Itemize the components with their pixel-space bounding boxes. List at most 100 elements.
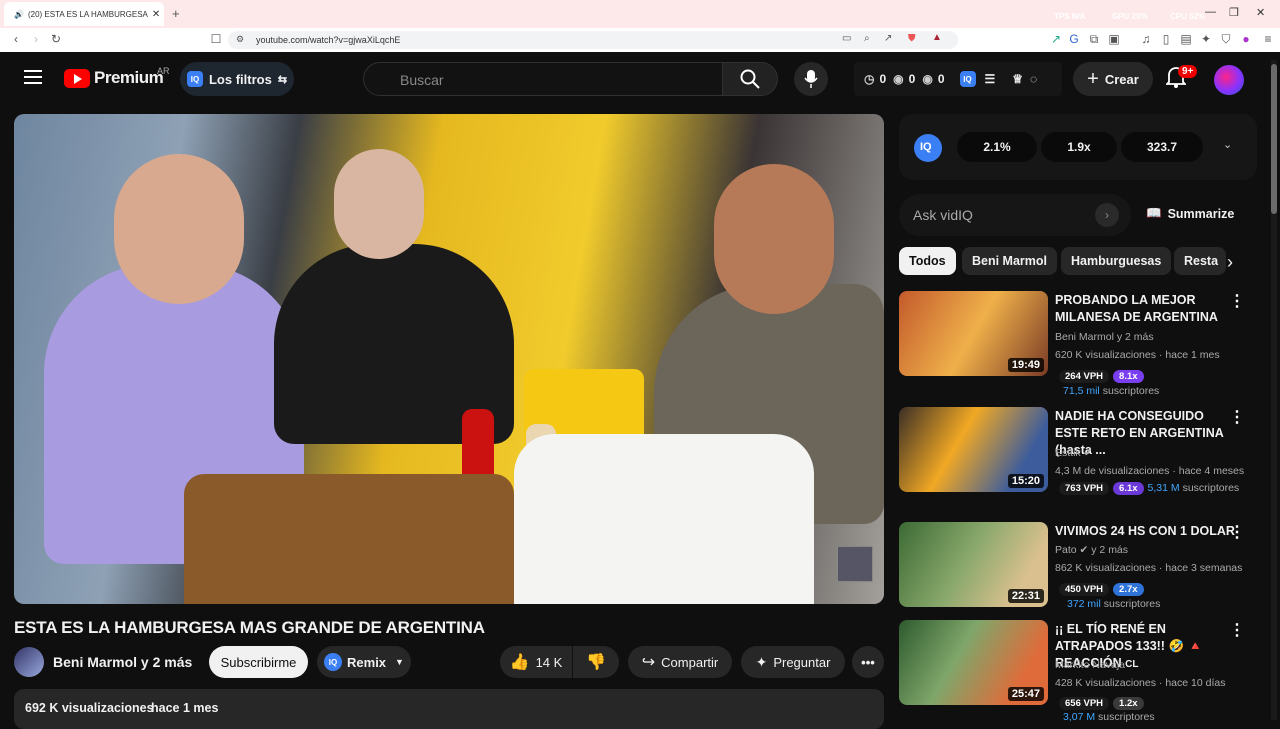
share-button[interactable]: ↪ Compartir xyxy=(628,646,732,678)
perf-tps: TPS N/A xyxy=(1054,12,1086,21)
more-options-icon[interactable]: ⋮ xyxy=(1229,291,1245,311)
music-icon[interactable]: ♫ xyxy=(1138,31,1154,47)
search-button[interactable] xyxy=(722,62,778,96)
menu-icon[interactable]: ≡ xyxy=(1260,31,1276,47)
youtube-logo[interactable]: Premium xyxy=(64,68,164,88)
more-options-icon[interactable]: ⋮ xyxy=(1229,620,1245,640)
burger-tray xyxy=(184,474,514,604)
vidiq-badges: 656 VPH 1.2x xyxy=(1059,693,1148,711)
multiplier-badge: 2.7x xyxy=(1113,583,1144,596)
channel-avatar[interactable] xyxy=(14,647,44,677)
subs-label: suscriptores xyxy=(1182,482,1240,494)
subscribe-button[interactable]: Subscribirme xyxy=(209,646,308,678)
video-thumbnail[interactable]: 25:47 xyxy=(899,620,1048,705)
extension-1-icon[interactable]: ↗ xyxy=(1048,31,1064,47)
chips-next-icon[interactable]: › xyxy=(1227,252,1233,273)
page-scrollbar[interactable] xyxy=(1271,60,1277,720)
leo-icon[interactable]: ✦ xyxy=(1198,31,1214,47)
video-thumbnail-preview[interactable] xyxy=(837,546,873,582)
video-thumbnail[interactable]: 19:49 xyxy=(899,291,1048,376)
ask-button[interactable]: ✦ Preguntar xyxy=(741,646,845,678)
more-actions-button[interactable]: ••• xyxy=(852,646,884,678)
subs-value: 5,31 M xyxy=(1147,482,1180,494)
channel-name[interactable]: Beni Marmol y 2 más xyxy=(53,654,192,670)
profile-browser-icon[interactable]: ● xyxy=(1238,31,1254,47)
like-count: 14 K xyxy=(535,654,563,670)
related-channel-row[interactable]: Pato ✔ y 2 más xyxy=(1055,544,1128,556)
related-video[interactable]: 19:49 PROBANDO LA MEJOR MILANESA DE ARGE… xyxy=(899,291,1267,401)
chat-icon[interactable]: ◌ xyxy=(1030,72,1037,86)
rewards-icon[interactable]: ▲ xyxy=(932,32,942,43)
share-page-icon[interactable]: ↗ xyxy=(884,33,892,44)
brave-shield-icon[interactable]: ⛊ xyxy=(908,33,916,44)
sidebar-toggle-icon[interactable]: ▯ xyxy=(1158,31,1174,47)
video-player[interactable] xyxy=(14,114,884,604)
chip-resta-label: Resta xyxy=(1184,254,1219,268)
chip-beni-label: Beni Marmol xyxy=(972,254,1048,268)
zoom-icon[interactable]: ⌕ xyxy=(864,33,870,44)
related-video[interactable]: 22:31 VIVIMOS 24 HS CON 1 DOLAR ⋮ Pato ✔… xyxy=(899,522,1267,617)
speaker-icon[interactable]: 🔊 xyxy=(14,10,24,19)
more-options-icon[interactable]: ⋮ xyxy=(1229,407,1245,427)
related-video[interactable]: 25:47 ¡¡ EL TÍO RENÉ EN ATRAPADOS 133!! … xyxy=(899,620,1267,723)
voice-search-button[interactable] xyxy=(794,62,828,96)
restore-icon[interactable]: ❐ xyxy=(1229,6,1239,19)
create-label: Crear xyxy=(1104,71,1139,87)
video-thumbnail[interactable]: 22:31 xyxy=(899,522,1048,607)
vidiq-panel-icon-text: IQ xyxy=(920,141,932,153)
like-button[interactable]: 👍 14 K xyxy=(500,646,572,678)
summarize-button[interactable]: 📖 Summarize xyxy=(1146,206,1234,221)
chip-hamburguesas[interactable]: Hamburguesas xyxy=(1061,247,1172,275)
chip-all[interactable]: Todos xyxy=(899,247,956,275)
vph-badge: 656 VPH xyxy=(1059,697,1110,710)
scrollbar-thumb[interactable] xyxy=(1271,64,1277,214)
multiplier-badge: 6.1x xyxy=(1113,482,1144,495)
dislike-button[interactable]: 👎 xyxy=(573,646,619,678)
avatar[interactable] xyxy=(1214,65,1244,95)
video-thumbnail[interactable]: 15:20 xyxy=(899,407,1048,492)
related-channel[interactable]: Beni Marmol y 2 más xyxy=(1055,331,1154,343)
filters-button[interactable]: IQ Los filtros ⇆ xyxy=(180,62,294,96)
expand-chevron-icon[interactable]: ⌄ xyxy=(1223,138,1232,151)
remix-button[interactable]: IQ Remix ▼ xyxy=(317,646,411,678)
vidiq-stats-bar: ◷ 0 ◉ 0 ◉ 0 IQ ☰ ♕ ◌ xyxy=(854,62,1062,96)
back-icon[interactable]: ‹ xyxy=(8,31,24,47)
chip-restaurantes[interactable]: Resta xyxy=(1174,247,1226,275)
bookmark-icon[interactable]: ☐ xyxy=(208,31,224,47)
related-video[interactable]: 15:20 NADIE HA CONSEGUIDO ESTE RETO EN A… xyxy=(899,407,1267,517)
ask-send-button[interactable]: › xyxy=(1095,203,1119,227)
vidiq-header-icon[interactable]: IQ xyxy=(959,71,976,87)
sparkle-icon: ✦ xyxy=(755,653,768,670)
multiplier-badge: 8.1x xyxy=(1113,370,1144,383)
window-close-icon[interactable]: ✕ xyxy=(1256,6,1265,19)
reload-icon[interactable]: ↻ xyxy=(48,31,64,47)
extension-2-icon[interactable]: ⧉ xyxy=(1086,31,1102,47)
extension-3-icon[interactable]: ▣ xyxy=(1106,31,1122,47)
address-bar[interactable]: ⚙ youtube.com/watch?v=gjwaXiLqchE ▭ ⌕ ↗ … xyxy=(228,31,958,49)
tab-close-icon[interactable]: ✕ xyxy=(152,9,160,20)
translate-icon[interactable]: G xyxy=(1066,31,1082,47)
new-tab-icon[interactable]: + xyxy=(172,6,180,21)
hamburger-menu-icon[interactable] xyxy=(24,70,42,84)
search-input[interactable]: Buscar xyxy=(363,62,723,96)
remix-label: Remix xyxy=(347,654,387,670)
list-icon[interactable]: ☰ xyxy=(985,72,996,86)
minimize-icon[interactable]: — xyxy=(1205,6,1216,18)
vpn-icon[interactable]: ⛉ xyxy=(1218,31,1234,47)
description-box[interactable]: 692 K visualizaciones hace 1 mes xyxy=(14,689,884,729)
more-horizontal-icon: ••• xyxy=(861,654,875,670)
site-info-icon[interactable]: ⚙ xyxy=(236,34,244,45)
trophy-icon[interactable]: ♕ xyxy=(1012,72,1023,86)
ask-vidiq-input[interactable]: Ask vidIQ › xyxy=(899,194,1131,236)
browser-tab[interactable]: 🔊 (20) ESTA ES LA HAMBURGESA ✕ xyxy=(4,2,164,26)
related-channel-row[interactable]: Esttik ✔ xyxy=(1055,447,1092,459)
forward-icon[interactable]: › xyxy=(28,31,44,47)
chip-beni-marmol[interactable]: Beni Marmol xyxy=(962,247,1058,275)
cast-icon[interactable]: ▭ xyxy=(842,33,851,44)
related-channel[interactable]: Markito Navaja xyxy=(1055,659,1125,671)
wallet-icon[interactable]: ▤ xyxy=(1178,31,1194,47)
clock-icon: ◷ xyxy=(864,72,875,86)
ask-vidiq-placeholder: Ask vidIQ xyxy=(913,207,973,223)
more-options-icon[interactable]: ⋮ xyxy=(1229,522,1245,542)
create-button[interactable]: + Crear xyxy=(1073,62,1153,96)
